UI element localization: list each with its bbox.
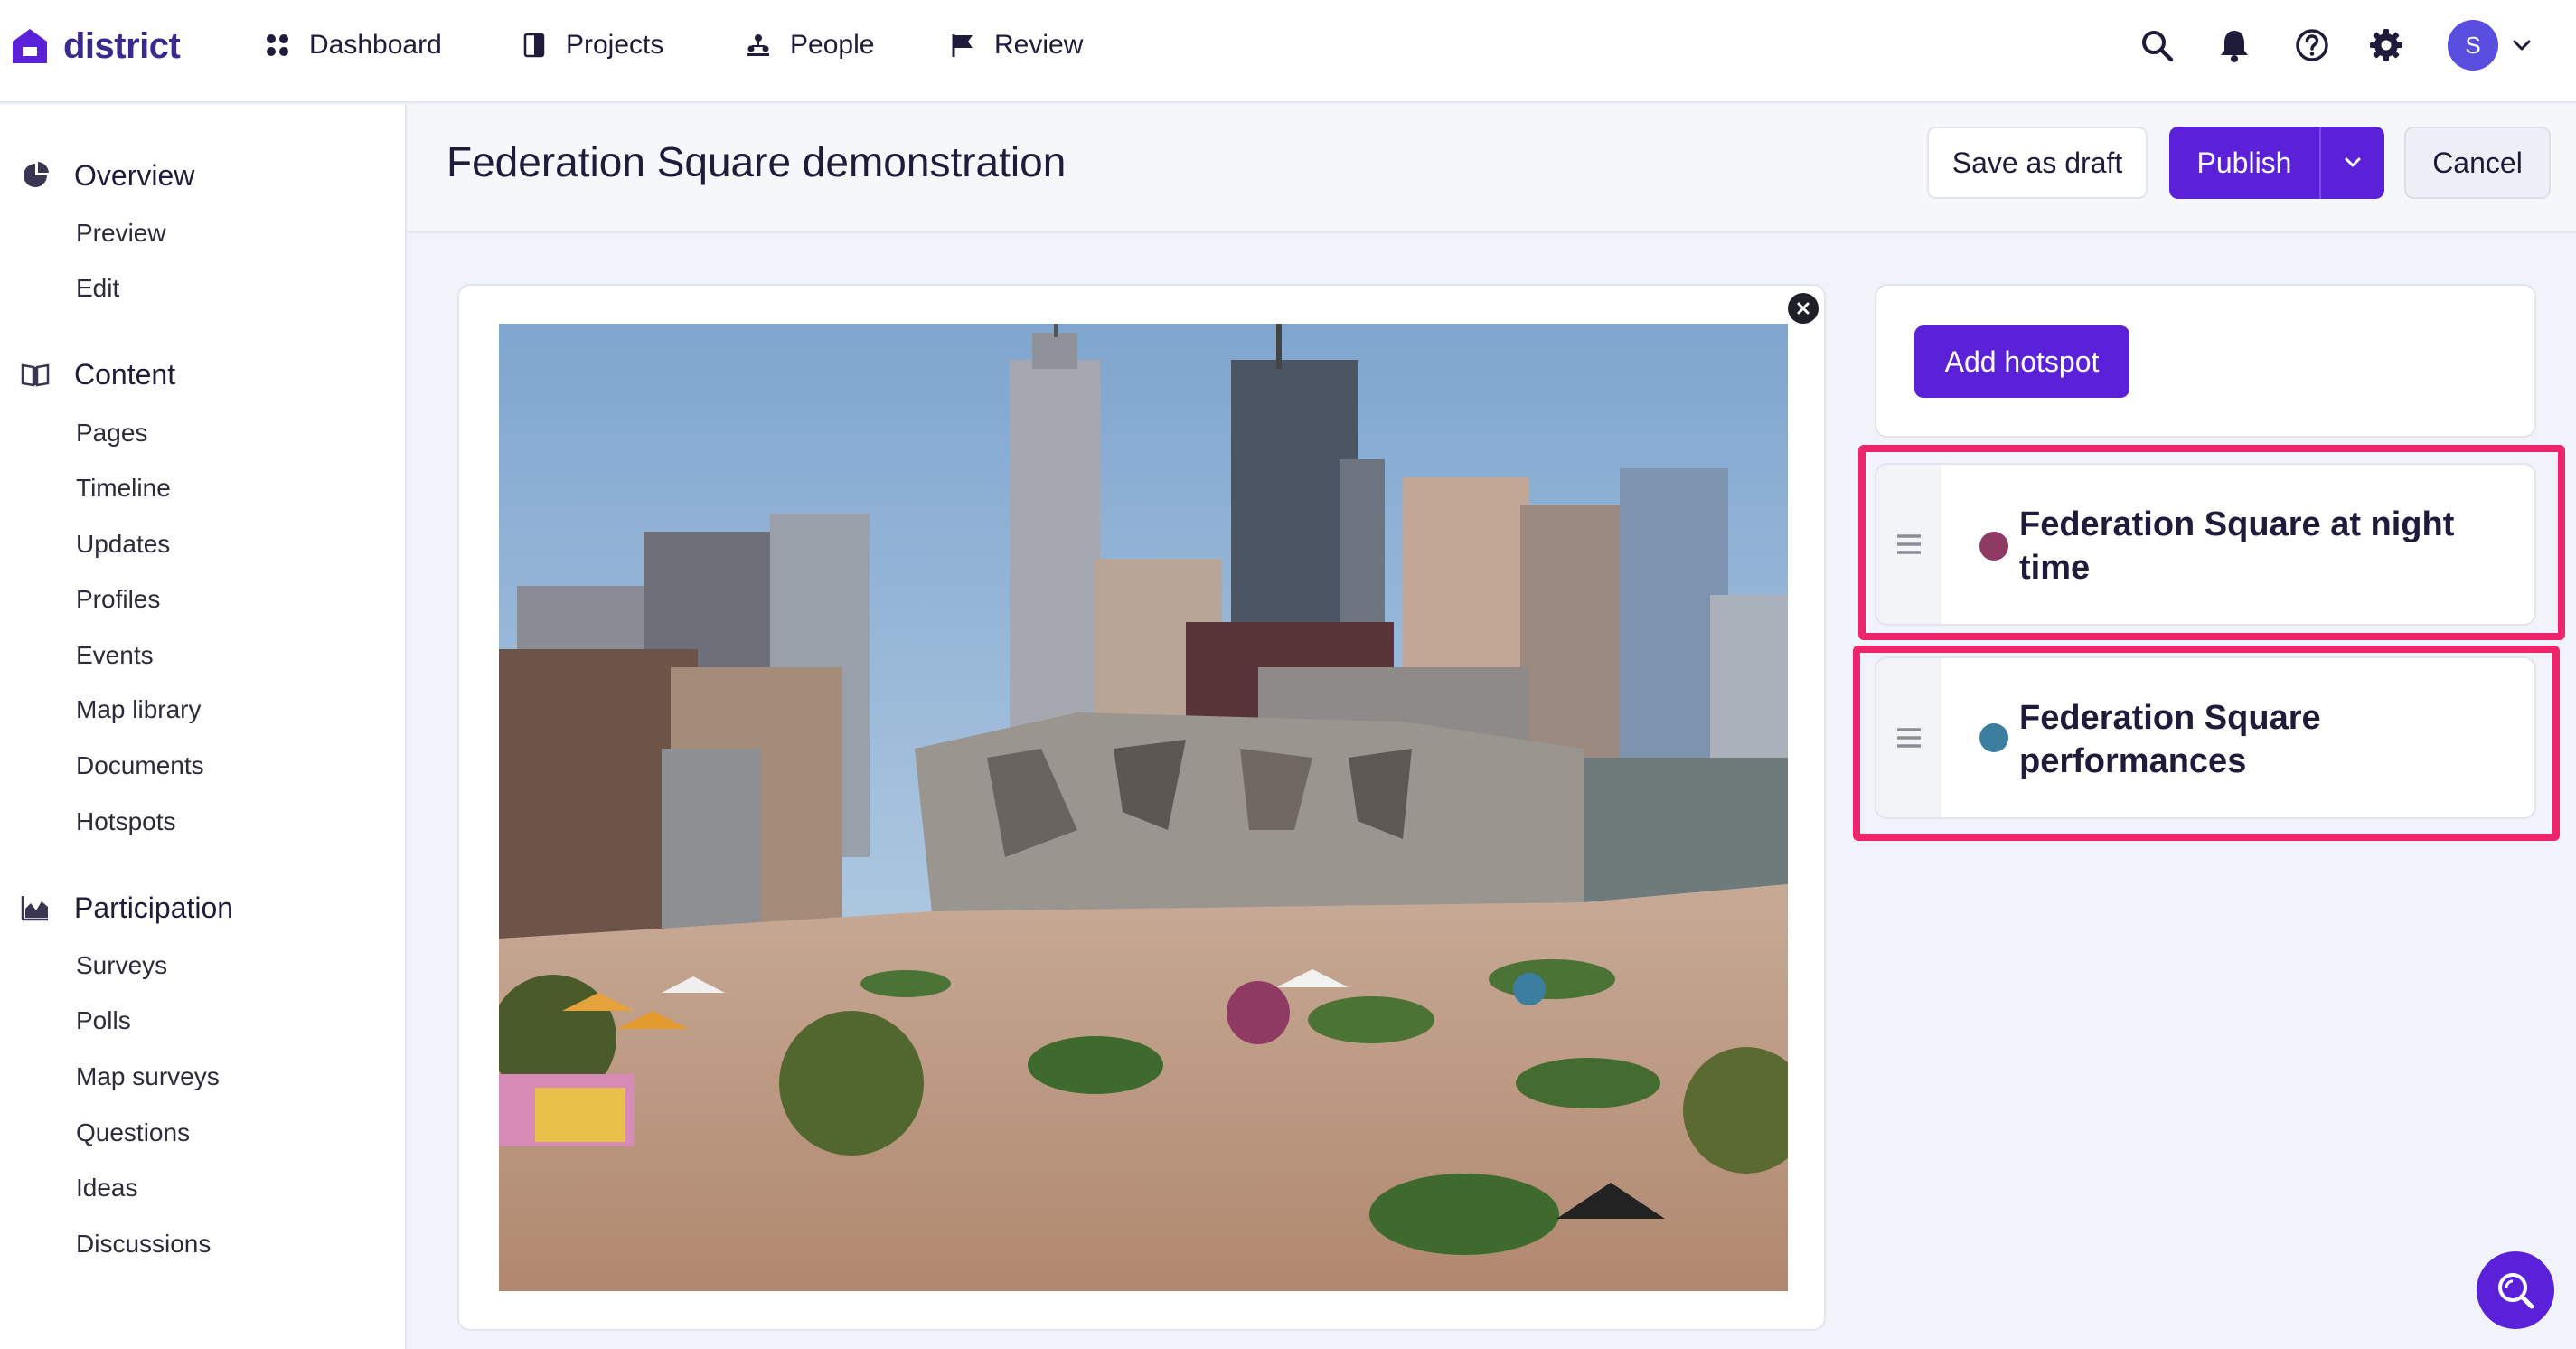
app-logo[interactable]: district [9, 24, 181, 69]
nav-dashboard[interactable]: Dashboard [264, 25, 442, 65]
book-icon [21, 363, 50, 387]
publish-options-button[interactable] [2319, 127, 2384, 199]
nav-projects[interactable]: Projects [521, 25, 663, 65]
publish-button[interactable]: Publish [2169, 127, 2319, 199]
sidebar-item-hotspots[interactable]: Hotspots [76, 804, 176, 840]
nav-review-label: Review [994, 30, 1084, 60]
help-search-button[interactable] [2477, 1251, 2554, 1329]
chevron-down-icon[interactable] [2509, 33, 2534, 58]
city-square-photo [499, 324, 1788, 1291]
sidebar-item-questions[interactable]: Questions [76, 1115, 190, 1151]
add-hotspot-button[interactable]: Add hotspot [1914, 325, 2129, 398]
sidebar-item-timeline[interactable]: Timeline [76, 470, 171, 506]
nav-dashboard-label: Dashboard [309, 30, 442, 60]
sidebar-item-map-library[interactable]: Map library [76, 692, 201, 728]
hotspot-image-card [457, 284, 1826, 1331]
drag-handle[interactable] [1876, 658, 1941, 817]
sidebar-item-ideas[interactable]: Ideas [76, 1170, 138, 1206]
hotspot-image[interactable] [499, 324, 1788, 1291]
sidebar-item-surveys[interactable]: Surveys [76, 948, 167, 984]
sidebar-item-events[interactable]: Events [76, 637, 154, 674]
chevron-down-icon [2345, 157, 2361, 167]
search-icon [2498, 1273, 2534, 1309]
page-header: Federation Square demonstration Save as … [407, 105, 2576, 233]
projects-icon [523, 33, 545, 58]
sidebar-section-overview[interactable]: Overview [0, 153, 398, 198]
sidebar-item-pages[interactable]: Pages [76, 415, 147, 451]
sidebar-section-label: Participation [74, 891, 234, 924]
top-navigation: district Dashboard Projects People Revie… [0, 0, 2576, 103]
sidebar-section-label: Content [74, 357, 176, 391]
sidebar-section-participation[interactable]: Participation [0, 885, 398, 930]
hotspot-color-dot [1979, 532, 2008, 561]
search-icon[interactable] [2139, 27, 2175, 63]
nav-projects-label: Projects [566, 30, 664, 60]
app-name: district [63, 25, 181, 66]
pie-chart-icon [24, 162, 49, 187]
sidebar-item-updates[interactable]: Updates [76, 526, 170, 562]
hotspot-marker-performances[interactable] [1513, 973, 1546, 1005]
area-chart-icon [21, 896, 48, 921]
drag-handle[interactable] [1876, 465, 1941, 624]
sidebar-item-preview[interactable]: Preview [76, 215, 166, 251]
hotspot-list-item[interactable]: Federation Square at night time [1875, 463, 2536, 626]
page-title: Federation Square demonstration [447, 138, 1067, 185]
sidebar-item-edit[interactable]: Edit [76, 270, 119, 307]
hotspot-label[interactable]: Federation Square performances [2019, 696, 2489, 783]
hotspot-marker-night[interactable] [1227, 981, 1290, 1044]
district-logo-icon [13, 29, 47, 63]
sidebar-item-discussions[interactable]: Discussions [76, 1226, 211, 1262]
sidebar-item-profiles[interactable]: Profiles [76, 581, 160, 618]
sidebar-item-map-surveys[interactable]: Map surveys [76, 1059, 220, 1095]
sidebar-item-polls[interactable]: Polls [76, 1003, 131, 1039]
sidebar-section-label: Overview [74, 158, 195, 192]
dashboard-icon [267, 34, 288, 56]
cancel-button[interactable]: Cancel [2404, 127, 2551, 199]
close-icon [1797, 302, 1810, 315]
nav-people[interactable]: People [745, 25, 874, 65]
bell-icon[interactable] [2216, 27, 2252, 63]
nav-people-label: People [790, 30, 875, 60]
nav-review[interactable]: Review [949, 25, 1083, 65]
help-icon[interactable] [2294, 27, 2330, 63]
people-icon [747, 34, 769, 56]
save-draft-button[interactable]: Save as draft [1927, 127, 2148, 199]
add-hotspot-card: Add hotspot [1875, 284, 2536, 438]
hotspot-label[interactable]: Federation Square at night time [2019, 503, 2489, 590]
sidebar-item-documents[interactable]: Documents [76, 748, 204, 784]
gear-icon[interactable] [2368, 27, 2404, 63]
hotspot-color-dot [1979, 723, 2008, 752]
sidebar-section-content[interactable]: Content [0, 352, 398, 397]
sidebar: Overview Preview Edit Content Pages Time… [0, 105, 407, 1349]
hotspot-list-item[interactable]: Federation Square performances [1875, 656, 2536, 819]
user-avatar[interactable]: S [2448, 20, 2498, 71]
drag-handle-icon [1897, 728, 1921, 748]
drag-handle-icon [1897, 534, 1921, 554]
remove-image-button[interactable] [1788, 293, 1819, 324]
flag-icon [952, 34, 973, 57]
